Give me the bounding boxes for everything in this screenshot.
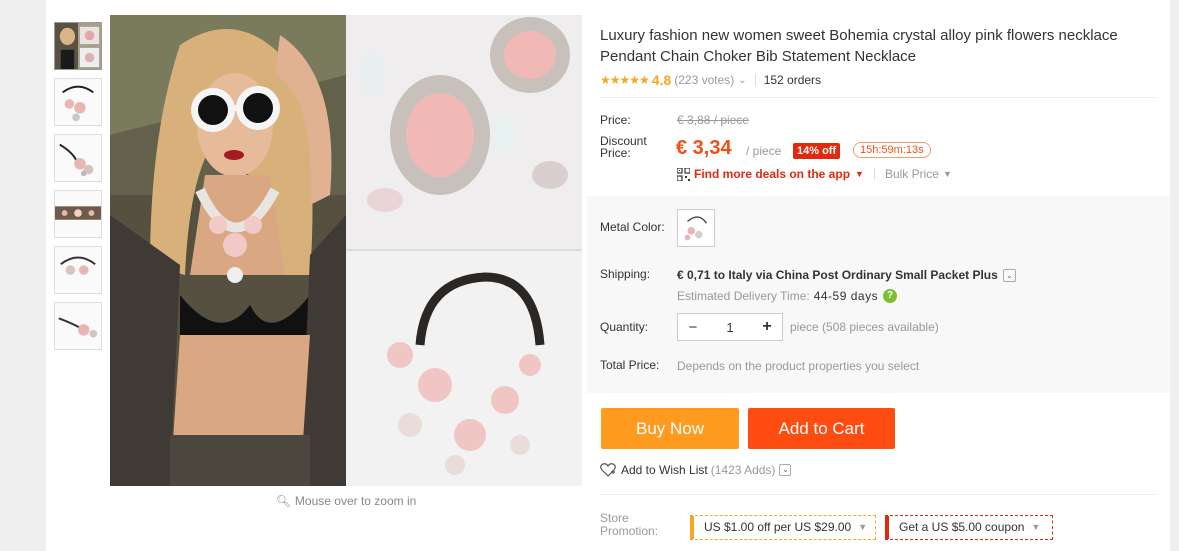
- product-photo-icon: [110, 15, 582, 486]
- thumbnail-list: [54, 22, 102, 358]
- delivery-label: Estimated Delivery Time:: [677, 289, 810, 303]
- get-coupon-button[interactable]: Get a US $5.00 coupon ▼: [885, 515, 1054, 540]
- rating-value: 4.8: [651, 72, 672, 88]
- wish-list-count: (1423 Adds): [710, 463, 776, 477]
- necklace-photo-icon: [55, 303, 101, 349]
- discount-price-label: Discount Price:: [600, 134, 647, 160]
- necklace-photo-icon: [55, 135, 101, 181]
- necklace-photo-icon: [55, 79, 101, 125]
- divider: [600, 97, 1156, 98]
- product-title: Luxury fashion new women sweet Bohemia c…: [600, 27, 1118, 65]
- metal-color-swatch[interactable]: [677, 209, 715, 247]
- quantity-stepper: − 1 +: [677, 313, 783, 341]
- caret-down-icon[interactable]: ▼: [855, 169, 864, 179]
- app-deals-row: Find more deals on the app ▼ Bulk Price …: [677, 166, 952, 182]
- countdown-timer: 15h:59m:13s: [853, 142, 931, 158]
- shipping-dropdown-icon[interactable]: ⌄: [1002, 268, 1016, 282]
- discount-badge: 14% off: [793, 143, 841, 159]
- per-piece-unit: / piece: [746, 144, 782, 158]
- model-photo-icon: [55, 23, 101, 69]
- main-product-image[interactable]: [110, 15, 582, 486]
- shipping-label: Shipping:: [600, 267, 651, 281]
- quantity-minus-button[interactable]: −: [678, 319, 708, 336]
- thumbnail-6[interactable]: [54, 302, 102, 350]
- metal-color-label: Metal Color:: [600, 220, 665, 234]
- divider: [754, 74, 756, 86]
- help-icon[interactable]: ?: [883, 289, 898, 303]
- original-price: € 3,88 / piece: [677, 113, 750, 127]
- necklace-photo-icon: [55, 247, 101, 293]
- caret-down-icon: ▼: [1031, 522, 1041, 532]
- discount-price: € 3,34: [676, 137, 732, 159]
- total-price-label: Total Price:: [600, 358, 660, 372]
- caret-down-icon[interactable]: ▼: [943, 169, 952, 179]
- thumbnail-1[interactable]: [54, 22, 102, 70]
- caret-down-icon: ▼: [858, 522, 868, 532]
- thumbnail-4[interactable]: [54, 190, 102, 238]
- thumbnail-5[interactable]: [54, 246, 102, 294]
- total-price-value: Depends on the product properties you se…: [677, 359, 920, 373]
- quantity-label: Quantity:: [600, 320, 649, 334]
- delivery-days: 44-59 days: [813, 289, 879, 303]
- heart-plus-icon: [600, 463, 616, 477]
- shipping-value: € 0,71 to Italy via China Post Ordinary …: [677, 268, 1016, 282]
- store-promotion-label: Store Promotion:: [600, 511, 659, 538]
- quantity-input[interactable]: 1: [708, 320, 752, 335]
- zoom-hint: 🔍︎ Mouse over to zoom in: [110, 494, 582, 508]
- delivery-time: Estimated Delivery Time: 44-59 days ?: [677, 289, 898, 303]
- store-discount-coupon[interactable]: US $1.00 off per US $29.00 ▼: [690, 515, 877, 540]
- quantity-plus-button[interactable]: +: [752, 318, 782, 336]
- price-label: Price:: [600, 113, 631, 127]
- thumbnail-2[interactable]: [54, 78, 102, 126]
- qr-code-icon: [677, 167, 690, 181]
- coupon-text: US $1.00 off per US $29.00: [704, 520, 852, 534]
- bulk-price-link[interactable]: Bulk Price: [885, 167, 939, 181]
- divider: [600, 494, 1156, 495]
- necklace-strip-photo-icon: [55, 191, 101, 237]
- thumbnail-3[interactable]: [54, 134, 102, 182]
- add-to-wish-list[interactable]: Add to Wish List (1423 Adds) ⌄: [600, 462, 792, 478]
- add-to-cart-button[interactable]: Add to Cart: [748, 408, 895, 449]
- orders-count: 152 orders: [763, 73, 822, 87]
- zoom-hint-text: Mouse over to zoom in: [294, 494, 417, 508]
- wish-list-dropdown-icon[interactable]: ⌄: [779, 464, 792, 476]
- divider: [873, 168, 875, 180]
- coupon-text: Get a US $5.00 coupon: [899, 520, 1025, 534]
- votes-count[interactable]: (223 votes): [674, 73, 734, 87]
- rating-row: ★★★★★ 4.8 (223 votes) ⌄ 152 orders: [600, 71, 821, 89]
- magnifier-icon: 🔍︎: [275, 494, 291, 508]
- chevron-down-icon[interactable]: ⌄: [738, 75, 746, 86]
- wish-list-label: Add to Wish List: [621, 463, 708, 477]
- buy-now-button[interactable]: Buy Now: [601, 408, 739, 449]
- shipping-method: € 0,71 to Italy via China Post Ordinary …: [677, 268, 998, 282]
- find-deals-link[interactable]: Find more deals on the app: [694, 167, 850, 181]
- quantity-available: piece (508 pieces available): [790, 320, 939, 334]
- star-rating-icon: ★★★★★: [600, 73, 650, 87]
- necklace-swatch-icon: [684, 216, 708, 241]
